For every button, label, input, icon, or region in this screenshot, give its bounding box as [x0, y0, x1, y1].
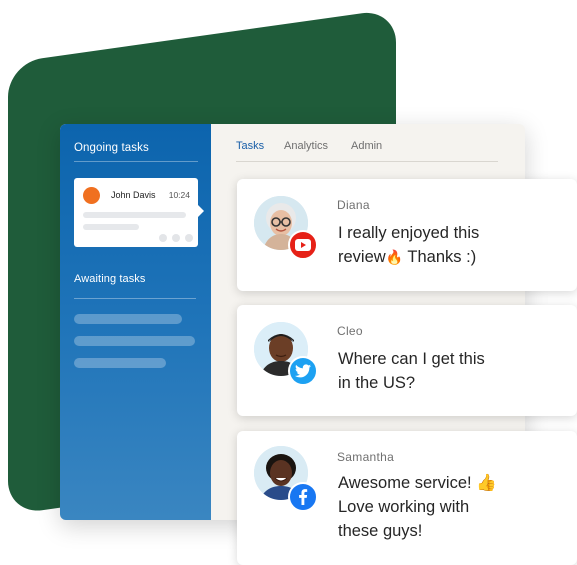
message-line: review🔥 Thanks :): [338, 245, 563, 269]
message-author: Diana: [337, 198, 370, 212]
sidebar-divider: [74, 161, 198, 162]
message-line: Love working with: [338, 498, 470, 516]
task-time: 10:24: [168, 190, 190, 200]
placeholder-dot: [172, 234, 180, 242]
message-fragment: Thanks :): [403, 248, 477, 266]
facebook-icon: [288, 482, 318, 512]
message-line: I really enjoyed this: [338, 224, 480, 242]
message-card-diana[interactable]: Diana I really enjoyed this review🔥 Than…: [237, 179, 577, 291]
sidebar: Ongoing tasks John Davis 10:24 Awaiting …: [60, 124, 211, 520]
message-card-cleo[interactable]: Cleo Where can I get this in the US?: [237, 305, 577, 416]
message-line: in the US?: [338, 374, 416, 392]
fire-emoji-icon: 🔥: [385, 249, 404, 265]
message-author: Samantha: [337, 450, 395, 464]
message-fragment: review: [338, 248, 386, 266]
task-assignee-name: John Davis: [111, 190, 156, 200]
message-line: Where can I get this: [338, 350, 485, 368]
ongoing-tasks-heading: Ongoing tasks: [74, 142, 149, 154]
avatar: [83, 187, 100, 204]
awaiting-tasks-heading: Awaiting tasks: [74, 273, 146, 285]
task-card-john-davis[interactable]: John Davis 10:24: [74, 178, 204, 247]
placeholder-task[interactable]: [74, 336, 195, 346]
message-text: Awesome service! 👍 Love working with the…: [338, 471, 563, 543]
message-line: Awesome service! 👍: [338, 474, 497, 492]
tab-divider: [236, 161, 498, 162]
message-author: Cleo: [337, 324, 363, 338]
youtube-icon: [288, 230, 318, 260]
placeholder-dot: [159, 234, 167, 242]
tab-admin[interactable]: Admin: [351, 140, 382, 152]
message-text: Where can I get this in the US?: [338, 347, 563, 395]
message-text: I really enjoyed this review🔥 Thanks :): [338, 221, 563, 269]
placeholder-line: [83, 212, 186, 218]
message-line: these guys!: [338, 522, 423, 540]
tab-analytics[interactable]: Analytics: [284, 140, 328, 152]
message-card-samantha[interactable]: Samantha Awesome service! 👍 Love working…: [237, 431, 577, 565]
sidebar-divider: [74, 298, 196, 299]
tab-tasks[interactable]: Tasks: [236, 140, 264, 152]
twitter-icon: [288, 356, 318, 386]
placeholder-dot: [185, 234, 193, 242]
placeholder-task[interactable]: [74, 358, 166, 368]
placeholder-line: [83, 224, 139, 230]
placeholder-task[interactable]: [74, 314, 182, 324]
